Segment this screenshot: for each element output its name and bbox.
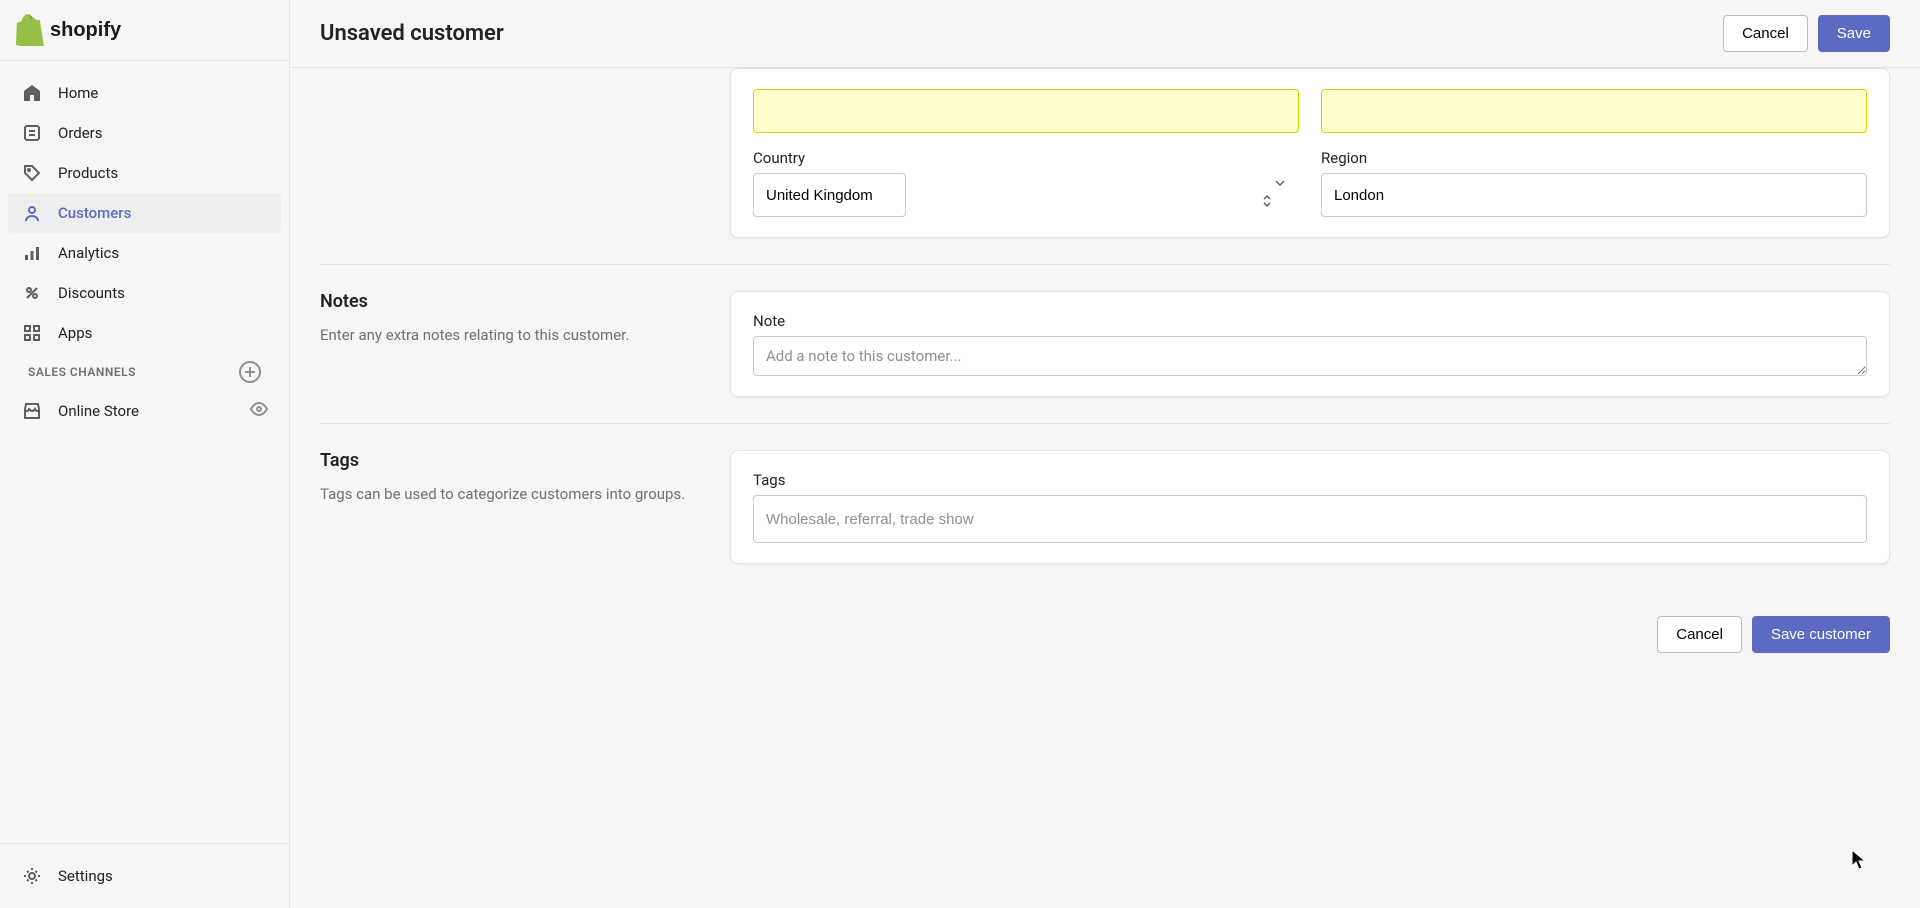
page-title: Unsaved customer — [320, 21, 504, 46]
svg-text:shopify: shopify — [50, 19, 122, 41]
notes-heading: Notes — [320, 291, 690, 312]
analytics-icon — [20, 241, 44, 265]
save-button[interactable]: Save — [1818, 15, 1890, 52]
sales-channels-label: SALES CHANNELS — [28, 365, 136, 379]
sidebar-item-label: Discounts — [58, 284, 125, 302]
sidebar: shopify Home Orders Products — [0, 0, 290, 908]
cancel-button[interactable]: Cancel — [1723, 15, 1808, 52]
view-store-icon[interactable] — [249, 399, 269, 423]
note-input[interactable] — [753, 336, 1867, 376]
gear-icon — [20, 864, 44, 888]
tags-description: Tags can be used to categorize customers… — [320, 483, 690, 506]
store-icon — [20, 399, 44, 423]
shopify-logo[interactable]: shopify — [16, 14, 273, 46]
customers-icon — [20, 201, 44, 225]
sidebar-footer: Settings — [0, 843, 289, 908]
footer-actions: Cancel Save customer — [320, 590, 1890, 653]
discounts-icon — [20, 281, 44, 305]
sidebar-item-customers[interactable]: Customers — [8, 193, 281, 233]
topbar: Unsaved customer Cancel Save — [290, 0, 1920, 68]
plus-icon — [244, 366, 256, 378]
region-input[interactable] — [1321, 173, 1867, 217]
add-channel-button[interactable] — [239, 361, 261, 383]
sidebar-item-home[interactable]: Home — [8, 73, 281, 113]
content: Country United Kingdom — [290, 68, 1920, 908]
home-icon — [20, 81, 44, 105]
notes-description: Enter any extra notes relating to this c… — [320, 324, 690, 347]
notes-section: Notes Enter any extra notes relating to … — [320, 265, 1890, 423]
footer-cancel-button[interactable]: Cancel — [1657, 616, 1742, 653]
notes-card: Note — [730, 291, 1890, 397]
note-label: Note — [753, 312, 1867, 330]
region-label: Region — [1321, 149, 1867, 167]
sidebar-item-label: Home — [58, 84, 98, 102]
tags-section: Tags Tags can be used to categorize cust… — [320, 424, 1890, 590]
address-section: Country United Kingdom — [320, 68, 1890, 264]
topbar-actions: Cancel Save — [1723, 15, 1890, 52]
logo-area: shopify — [0, 0, 289, 61]
sidebar-item-settings[interactable]: Settings — [8, 856, 281, 896]
tags-input[interactable] — [753, 495, 1867, 543]
address-field-1[interactable] — [753, 89, 1299, 133]
products-icon — [20, 161, 44, 185]
sidebar-item-discounts[interactable]: Discounts — [8, 273, 281, 313]
main-nav: Home Orders Products Customers — [0, 61, 289, 843]
sidebar-item-label: Online Store — [58, 402, 139, 420]
sidebar-item-apps[interactable]: Apps — [8, 313, 281, 353]
country-select[interactable]: United Kingdom — [753, 173, 906, 217]
shopify-wordmark-icon: shopify — [50, 16, 148, 44]
sidebar-item-label: Products — [58, 164, 118, 182]
sidebar-item-online-store[interactable]: Online Store — [8, 391, 281, 431]
main: Unsaved customer Cancel Save — [290, 0, 1920, 908]
chevron-down-icon — [1274, 178, 1287, 212]
address-card: Country United Kingdom — [730, 68, 1890, 238]
sidebar-item-analytics[interactable]: Analytics — [8, 233, 281, 273]
sidebar-item-orders[interactable]: Orders — [8, 113, 281, 153]
sidebar-item-label: Customers — [58, 204, 131, 222]
tags-card: Tags — [730, 450, 1890, 564]
orders-icon — [20, 121, 44, 145]
country-label: Country — [753, 149, 1299, 167]
tags-label: Tags — [753, 471, 1867, 489]
tags-heading: Tags — [320, 450, 690, 471]
sidebar-item-label: Apps — [58, 324, 92, 342]
apps-icon — [20, 321, 44, 345]
sidebar-item-label: Settings — [58, 867, 113, 885]
save-customer-button[interactable]: Save customer — [1752, 616, 1890, 653]
sidebar-item-label: Orders — [58, 124, 103, 142]
sales-channels-header: SALES CHANNELS — [8, 353, 281, 391]
sidebar-item-products[interactable]: Products — [8, 153, 281, 193]
sidebar-item-label: Analytics — [58, 244, 119, 262]
shopify-bag-icon — [16, 14, 44, 46]
address-field-2[interactable] — [1321, 89, 1867, 133]
